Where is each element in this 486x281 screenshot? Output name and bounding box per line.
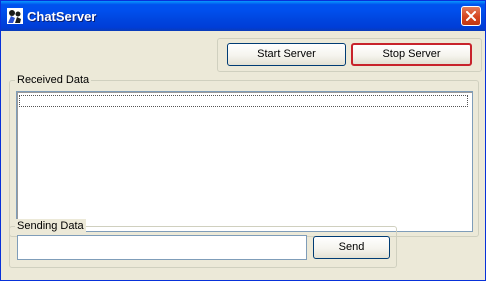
chat-app-icon xyxy=(7,8,23,24)
list-focus-row xyxy=(19,95,468,107)
received-data-group: Received Data xyxy=(9,73,479,237)
close-button[interactable] xyxy=(461,6,481,26)
sending-data-label: Sending Data xyxy=(15,219,86,233)
title-bar[interactable]: ChatServer xyxy=(1,1,485,31)
client-area: Start Server Stop Server Received Data S… xyxy=(4,31,482,277)
window-title: ChatServer xyxy=(27,9,97,24)
message-input[interactable] xyxy=(17,235,307,260)
received-data-list[interactable] xyxy=(16,91,473,232)
stop-server-button[interactable]: Stop Server xyxy=(351,43,472,66)
send-button[interactable]: Send xyxy=(313,236,390,259)
start-server-button[interactable]: Start Server xyxy=(227,43,346,66)
close-icon xyxy=(466,11,476,21)
sending-data-group: Sending Data Send xyxy=(9,219,397,268)
received-data-label: Received Data xyxy=(15,73,92,87)
server-controls-group: Start Server Stop Server xyxy=(217,38,482,72)
chat-server-window: ChatServer Start Server Stop Server Rece… xyxy=(0,0,486,281)
